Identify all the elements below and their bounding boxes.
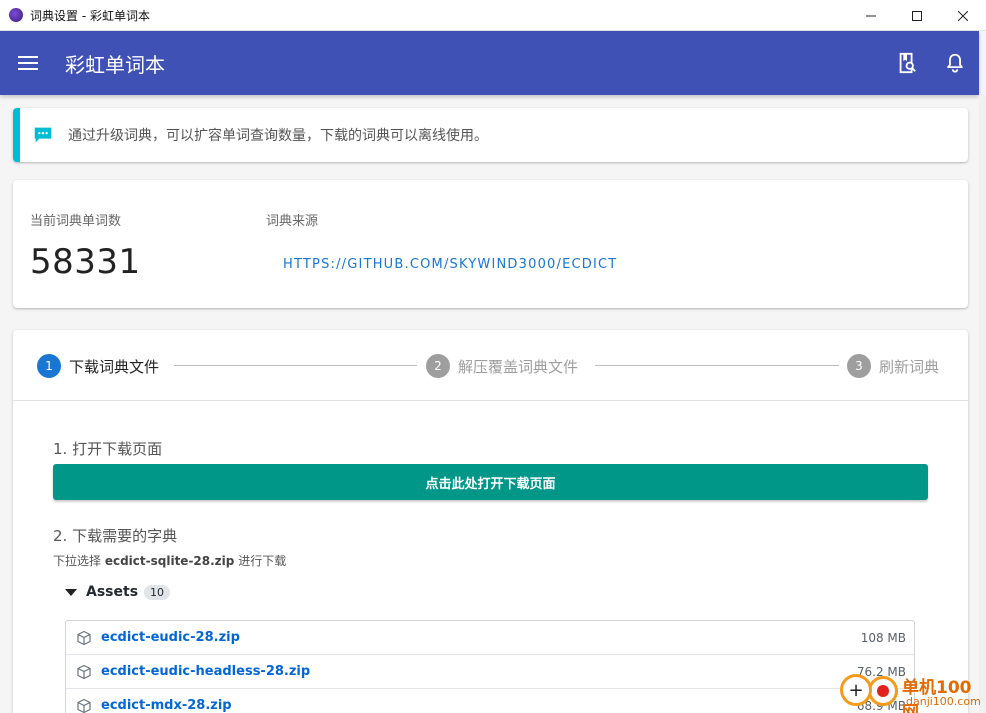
notifications-button[interactable] bbox=[931, 31, 979, 95]
step-label: 刷新词典 bbox=[879, 357, 940, 376]
assets-label: Assets bbox=[86, 584, 139, 600]
package-icon bbox=[76, 664, 92, 680]
app-logo-icon bbox=[9, 8, 23, 22]
menu-button[interactable] bbox=[0, 31, 56, 95]
section-download-title: 2. 下载需要的字典 bbox=[53, 527, 178, 545]
step-connector bbox=[595, 365, 839, 366]
assets-count-badge: 10 bbox=[144, 584, 171, 600]
dictionary-search-button[interactable] bbox=[883, 31, 931, 95]
window-title: 词典设置 - 彩虹单词本 bbox=[30, 8, 150, 23]
package-icon bbox=[76, 698, 92, 713]
step-number: 2 bbox=[426, 354, 450, 378]
assets-list: ecdict-eudic-28.zip 108 MB ecdict-eudic-… bbox=[65, 620, 915, 713]
open-download-page-button[interactable]: 点击此处打开下载页面 bbox=[53, 464, 928, 500]
source-link[interactable]: HTTPS://GITHUB.COM/SKYWIND3000/ECDICT bbox=[283, 257, 617, 272]
step-connector bbox=[174, 365, 417, 366]
step-number: 1 bbox=[37, 354, 61, 378]
scrollbar[interactable] bbox=[979, 95, 986, 713]
watermark: + 单机100网 danji100.com bbox=[836, 672, 986, 713]
stepper: 1 下载词典文件 2 解压覆盖词典文件 3 刷新词典 bbox=[13, 330, 968, 401]
info-notice-card: 通过升级词典，可以扩容单词查询数量，下载的词典可以离线使用。 bbox=[13, 108, 968, 162]
download-hint: 下拉选择 ecdict-sqlite-28.zip 进行下载 bbox=[53, 552, 286, 569]
book-search-icon bbox=[899, 52, 916, 74]
asset-row[interactable]: ecdict-mdx-28.zip 68.9 MB bbox=[66, 689, 914, 713]
asset-size: 108 MB bbox=[860, 630, 906, 645]
app-bar: 彩虹单词本 bbox=[0, 31, 979, 95]
watermark-dot-icon bbox=[868, 676, 898, 706]
hint-file-name: ecdict-sqlite-28.zip bbox=[104, 554, 235, 568]
close-button[interactable] bbox=[940, 0, 986, 31]
download-steps-card: 1 下载词典文件 2 解压覆盖词典文件 3 刷新词典 1. 打开下载页面 点击此… bbox=[13, 330, 968, 713]
asset-name[interactable]: ecdict-eudic-28.zip bbox=[101, 630, 240, 645]
app-title: 彩虹单词本 bbox=[65, 52, 165, 77]
step-download[interactable]: 1 下载词典文件 bbox=[37, 354, 159, 378]
close-icon bbox=[958, 10, 968, 21]
chat-bubble-icon bbox=[32, 124, 54, 146]
source-label: 词典来源 bbox=[266, 214, 319, 229]
window-controls bbox=[848, 0, 986, 31]
hamburger-menu-icon bbox=[18, 62, 38, 64]
step-label: 下载词典文件 bbox=[69, 357, 160, 376]
watermark-domain: danji100.com bbox=[906, 695, 981, 708]
maximize-button[interactable] bbox=[894, 0, 940, 31]
watermark-plus-icon: + bbox=[840, 674, 872, 706]
minimize-icon bbox=[866, 15, 876, 16]
window-titlebar: 词典设置 - 彩虹单词本 bbox=[0, 0, 986, 31]
minimize-button[interactable] bbox=[848, 0, 894, 31]
caret-down-icon bbox=[65, 588, 77, 596]
step-extract[interactable]: 2 解压覆盖词典文件 bbox=[426, 354, 578, 378]
step-label: 解压覆盖词典文件 bbox=[458, 357, 579, 376]
step-number: 3 bbox=[847, 354, 871, 378]
dictionary-stats-card: 当前词典单词数 58331 词典来源 HTTPS://GITHUB.COM/SK… bbox=[13, 180, 968, 308]
asset-name[interactable]: ecdict-mdx-28.zip bbox=[101, 698, 232, 713]
word-count-value: 58331 bbox=[30, 242, 141, 282]
hint-prefix: 下拉选择 bbox=[53, 554, 105, 568]
bell-icon bbox=[947, 53, 963, 73]
asset-row[interactable]: ecdict-eudic-28.zip 108 MB bbox=[66, 621, 914, 655]
notice-text: 通过升级词典，可以扩容单词查询数量，下载的词典可以离线使用。 bbox=[68, 128, 488, 144]
assets-toggle[interactable]: Assets 10 bbox=[65, 584, 171, 600]
package-icon bbox=[76, 630, 92, 646]
asset-row[interactable]: ecdict-eudic-headless-28.zip 76.2 MB bbox=[66, 655, 914, 689]
section-open-title: 1. 打开下载页面 bbox=[53, 440, 163, 458]
hint-suffix: 进行下载 bbox=[234, 554, 287, 568]
asset-name[interactable]: ecdict-eudic-headless-28.zip bbox=[101, 664, 310, 679]
step-refresh[interactable]: 3 刷新词典 bbox=[847, 354, 939, 378]
word-count-label: 当前词典单词数 bbox=[30, 214, 122, 229]
maximize-icon bbox=[912, 10, 922, 21]
